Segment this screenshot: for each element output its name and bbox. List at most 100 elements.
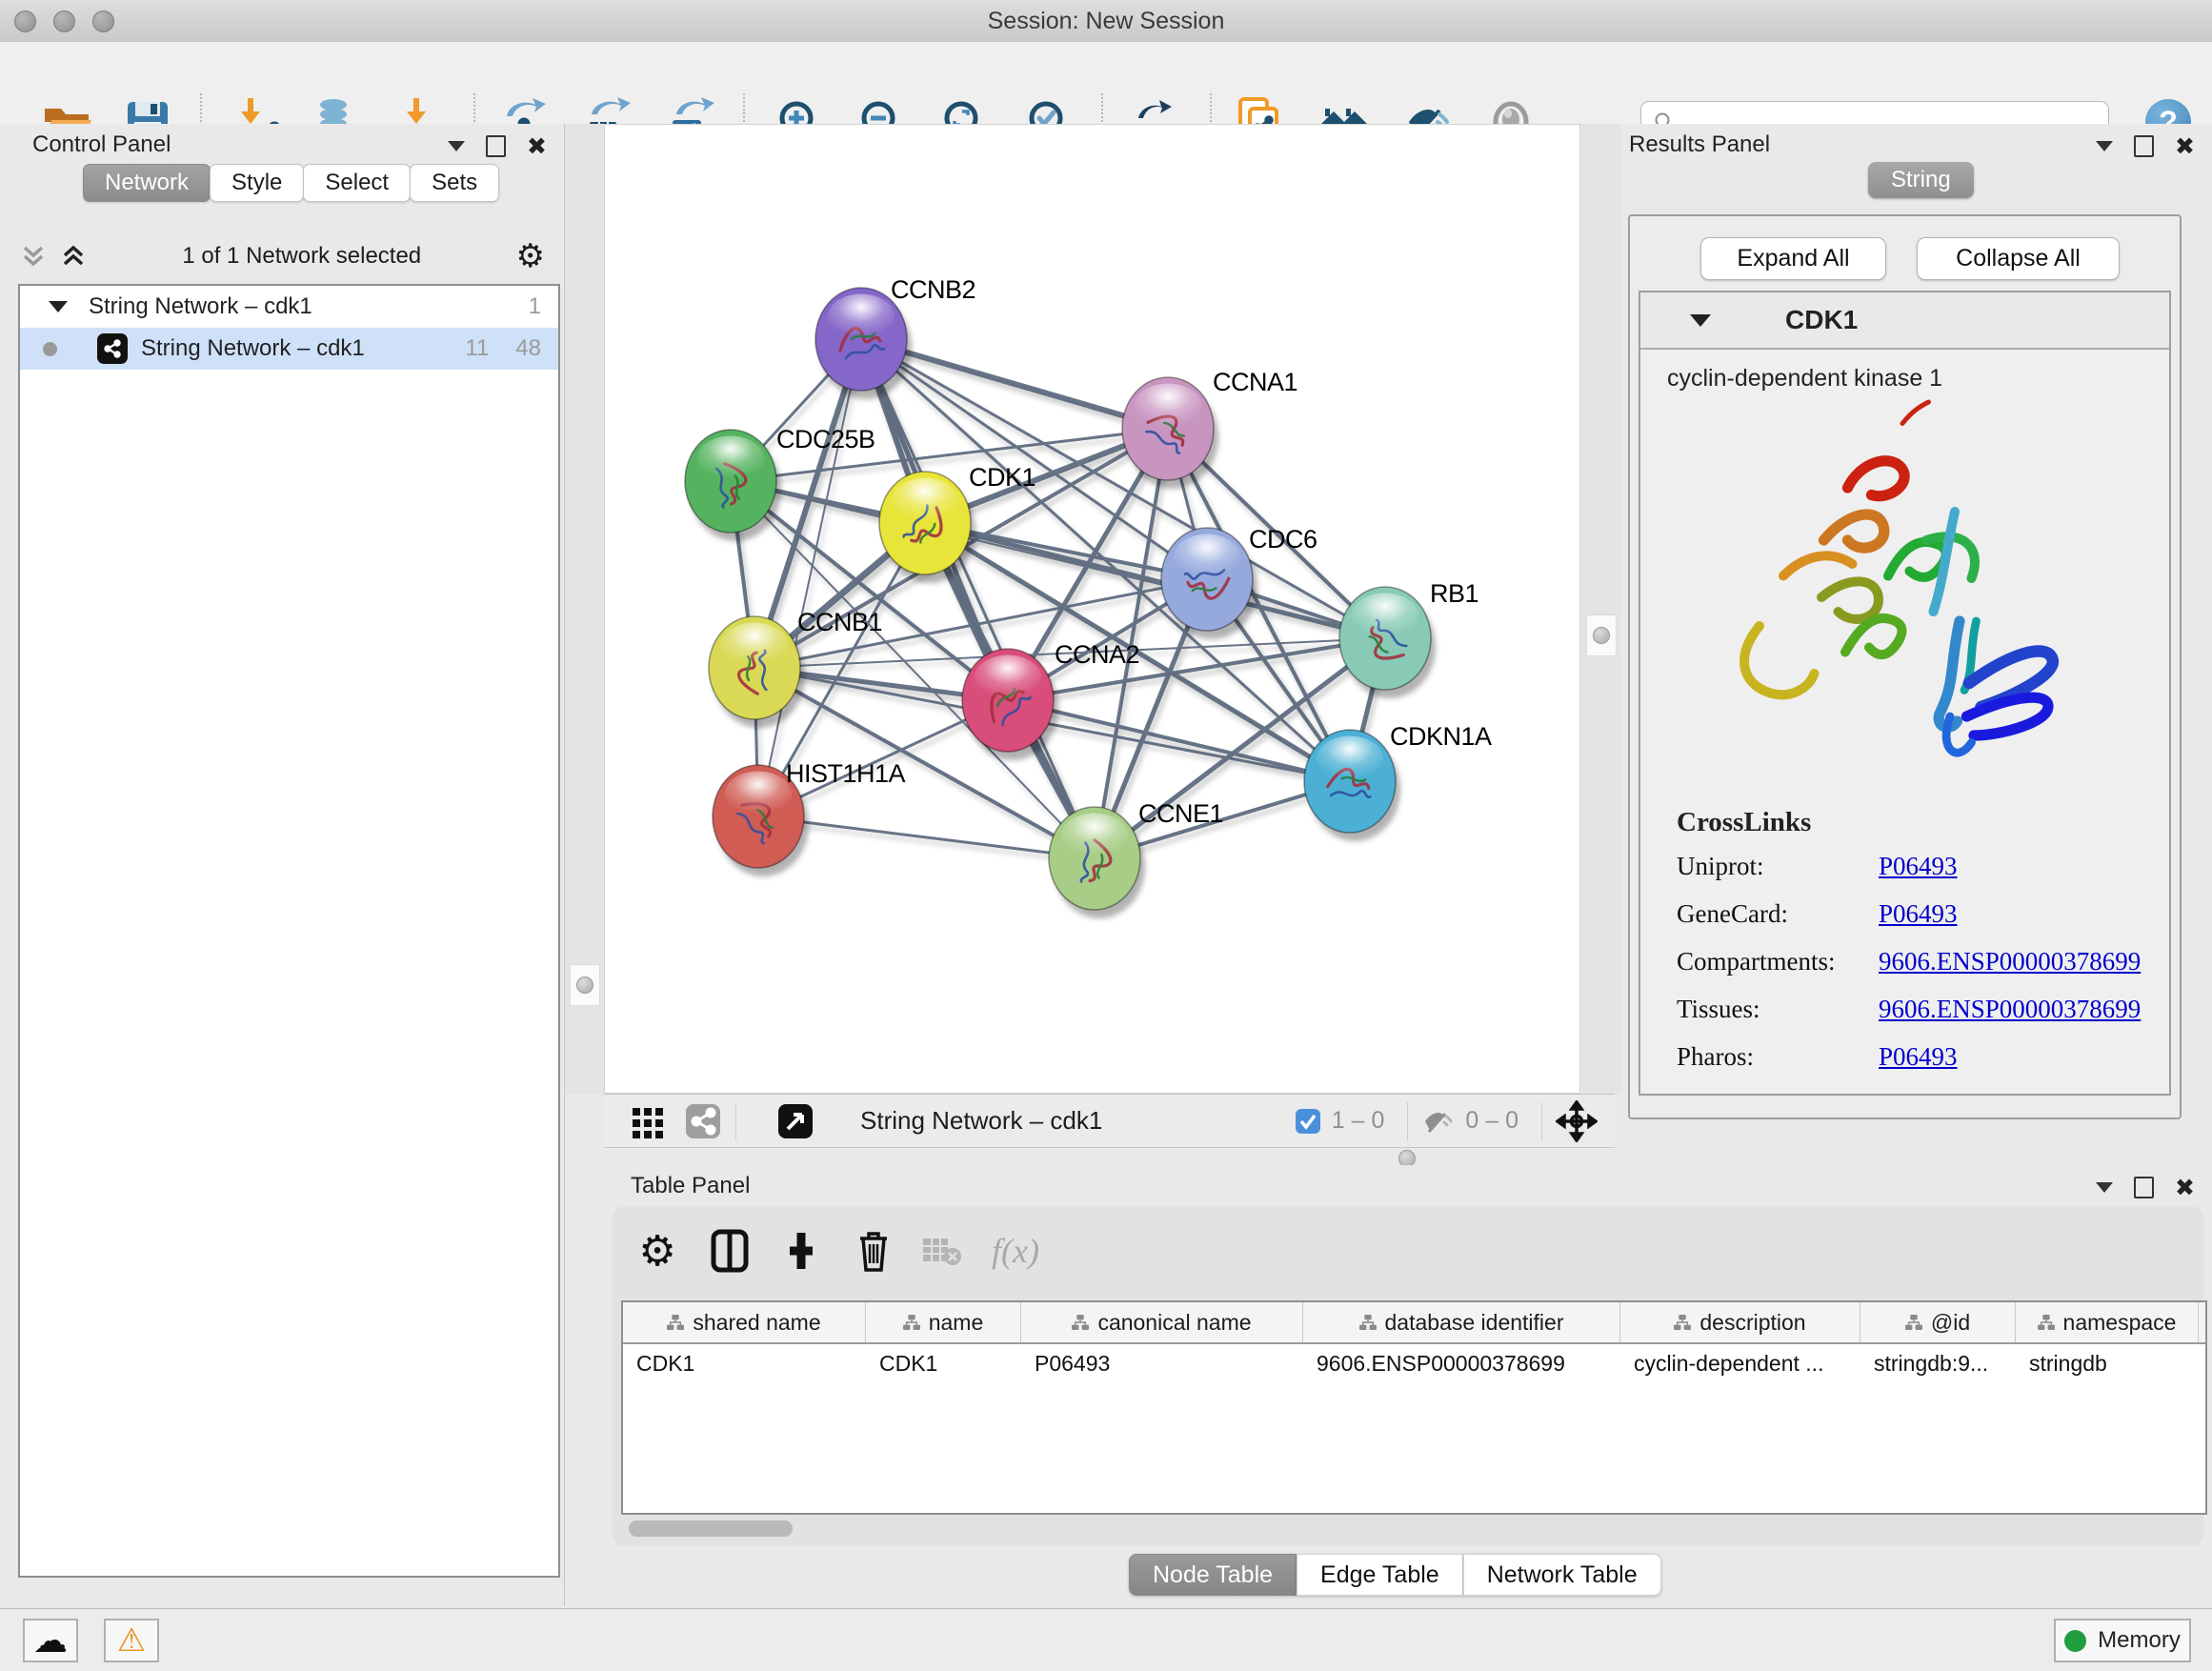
pan-crosshair-icon[interactable]	[1556, 1100, 1598, 1142]
crosslink-link[interactable]: 9606.ENSP00000378699	[1879, 995, 2141, 1024]
network-row[interactable]: String Network – cdk1 11 48	[20, 328, 558, 370]
float-panel-icon[interactable]	[2096, 1182, 2113, 1193]
undock-panel-icon[interactable]	[2134, 135, 2154, 157]
tab-network[interactable]: Network	[83, 164, 211, 202]
close-panel-icon[interactable]: ✖	[2175, 137, 2195, 156]
node-CCNE1[interactable]	[1049, 807, 1145, 918]
create-column-icon[interactable]	[779, 1229, 823, 1273]
close-panel-icon[interactable]: ✖	[2175, 1178, 2195, 1198]
collection-expander-icon[interactable]	[49, 301, 68, 312]
node-label-CCNA2: CCNA2	[1055, 640, 1139, 669]
node-RB1[interactable]	[1339, 587, 1436, 698]
network-edge-count: 48	[515, 335, 541, 362]
network-view-title: String Network – cdk1	[860, 1106, 1102, 1136]
table-row[interactable]: CDK1CDK1P064939606.ENSP00000378699cyclin…	[623, 1344, 2205, 1382]
selected-counts: 1 – 0	[1332, 1107, 1385, 1135]
control-panel: Control Panel ✖ Network Style Select Set…	[0, 124, 565, 1606]
grid-mode-icon[interactable]	[629, 1102, 667, 1140]
table-cell: stringdb:9...	[1860, 1344, 2016, 1382]
hidden-eye-icon[interactable]	[1421, 1107, 1456, 1136]
network-view-canvas[interactable]: CCNB2CCNA1CDC25BCDK1CDC6RB1CCNB1CCNA2CDK…	[604, 124, 1580, 1094]
close-panel-icon[interactable]: ✖	[527, 137, 547, 156]
table-panel-title: Table Panel	[631, 1173, 750, 1199]
node-label-RB1: RB1	[1430, 579, 1478, 608]
control-panel-tabs: Network Style Select Sets	[84, 164, 499, 202]
crosslink-link[interactable]: P06493	[1879, 1042, 1958, 1072]
delete-column-icon[interactable]	[852, 1229, 895, 1273]
collection-label: String Network – cdk1	[89, 293, 312, 320]
node-CDK1[interactable]	[879, 472, 975, 583]
node-CCNA1[interactable]	[1122, 377, 1218, 489]
function-builder-icon: f(x)	[994, 1229, 1037, 1273]
show-columns-icon[interactable]	[708, 1229, 752, 1273]
undock-panel-icon[interactable]	[2134, 1177, 2154, 1198]
network-options-gear-icon[interactable]: ⚙	[516, 242, 545, 271]
tab-string[interactable]: String	[1868, 162, 1974, 198]
column-header-name[interactable]: name	[866, 1302, 1021, 1342]
results-panel: Results Panel ✖ String Expand All Collap…	[1621, 124, 2212, 1165]
column-header-database-identifier[interactable]: database identifier	[1303, 1302, 1620, 1342]
gene-card: CDK1 cyclin-dependent kinase 1	[1639, 291, 2171, 1096]
current-network-dot-icon	[43, 342, 57, 356]
node-label-CDK1: CDK1	[969, 463, 1036, 492]
float-panel-icon[interactable]	[448, 141, 465, 151]
crosslink-row: GeneCard:P06493	[1677, 899, 2141, 929]
column-header--id[interactable]: @id	[1860, 1302, 2016, 1342]
table-cell: 9606.ENSP00000378699	[1303, 1344, 1620, 1382]
left-splitter[interactable]	[565, 124, 604, 1094]
tab-select[interactable]: Select	[303, 164, 411, 202]
network-type-icon	[97, 333, 128, 364]
cloud-status-button[interactable]: ☁	[23, 1619, 78, 1662]
tab-node-table[interactable]: Node Table	[1129, 1554, 1297, 1596]
results-panel-title: Results Panel	[1629, 131, 1770, 158]
column-header-namespace[interactable]: namespace	[2016, 1302, 2199, 1342]
table-panel: Table Panel ✖ ⚙ f(x) shared na	[604, 1165, 2212, 1606]
tab-style[interactable]: Style	[210, 164, 304, 202]
node-label-CCNB2: CCNB2	[891, 275, 975, 304]
selected-checkbox-icon[interactable]	[1294, 1107, 1322, 1136]
table-cell: stringdb	[2016, 1344, 2199, 1382]
gene-card-header[interactable]: CDK1	[1640, 292, 2169, 350]
crosslink-row: Uniprot:P06493	[1677, 852, 2141, 881]
column-header-description[interactable]: description	[1620, 1302, 1860, 1342]
crosslink-link[interactable]: P06493	[1879, 852, 1958, 881]
memory-label: Memory	[2098, 1627, 2181, 1654]
table-cell: CDK1	[623, 1344, 866, 1382]
collapse-all-button[interactable]: Collapse All	[1917, 237, 2120, 280]
tab-edge-table[interactable]: Edge Table	[1297, 1554, 1463, 1596]
float-panel-icon[interactable]	[2096, 141, 2113, 151]
undock-panel-icon[interactable]	[486, 135, 506, 157]
window-title: Session: New Session	[0, 8, 2212, 35]
node-label-CCNE1: CCNE1	[1138, 799, 1223, 828]
table-options-gear-icon[interactable]: ⚙	[635, 1229, 679, 1273]
gene-expander-icon[interactable]	[1690, 314, 1711, 327]
expand-all-button[interactable]: Expand All	[1700, 237, 1886, 280]
tab-network-table[interactable]: Network Table	[1463, 1554, 1661, 1596]
node-CDC25B[interactable]	[685, 430, 781, 541]
collapse-all-icon[interactable]	[19, 242, 48, 271]
hidden-counts: 0 – 0	[1465, 1107, 1518, 1135]
network-view-toolbar: String Network – cdk1 1 – 0 0 – 0	[604, 1094, 1615, 1148]
node-CCNA2[interactable]	[962, 649, 1058, 760]
node-label-CCNB1: CCNB1	[797, 608, 882, 636]
gene-description: cyclin-dependent kinase 1	[1667, 365, 2169, 393]
tab-sets[interactable]: Sets	[410, 164, 499, 202]
crosslink-link[interactable]: 9606.ENSP00000378699	[1879, 947, 2141, 976]
table-cell: CDK1	[866, 1344, 1021, 1382]
column-header-canonical-name[interactable]: canonical name	[1021, 1302, 1303, 1342]
scrollbar-thumb[interactable]	[629, 1520, 793, 1537]
column-header-shared-name[interactable]: shared name	[623, 1302, 866, 1342]
node-label-CCNA1: CCNA1	[1213, 368, 1297, 396]
warnings-button[interactable]: ⚠	[104, 1619, 159, 1662]
network-collection-row[interactable]: String Network – cdk1 1	[20, 286, 558, 328]
birdseye-toggle-icon[interactable]	[776, 1102, 814, 1140]
table-container: ⚙ f(x) shared namenamecanonical namedata…	[613, 1206, 2203, 1546]
memory-button[interactable]: Memory	[2054, 1619, 2191, 1662]
network-label: String Network – cdk1	[141, 335, 365, 362]
node-CDKN1A[interactable]	[1304, 730, 1400, 841]
crosslink-link[interactable]: P06493	[1879, 899, 1958, 929]
network-badge-icon[interactable]	[684, 1102, 722, 1140]
right-splitter[interactable]	[1581, 124, 1621, 1094]
network-node-count: 11	[465, 335, 489, 362]
expand-all-icon[interactable]	[59, 242, 88, 271]
